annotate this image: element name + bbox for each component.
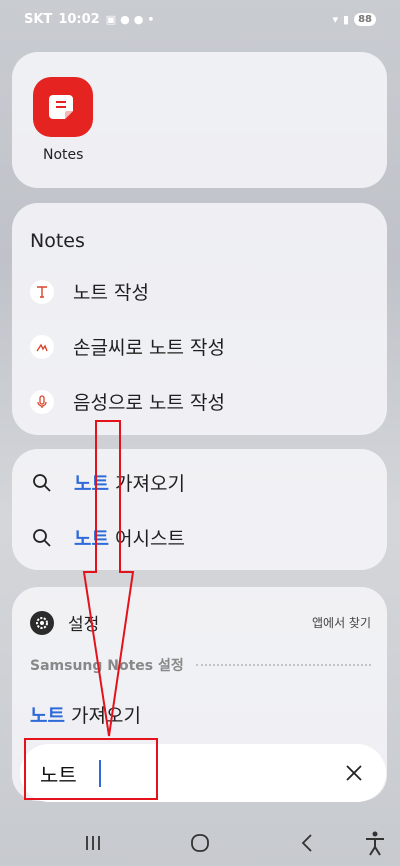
recent-apps-icon[interactable] [75,825,111,861]
accessibility-icon[interactable] [364,830,386,856]
annotation-arrow [82,420,135,737]
home-icon[interactable] [182,825,218,861]
back-icon[interactable] [289,825,325,861]
navigation-bar [0,820,400,866]
